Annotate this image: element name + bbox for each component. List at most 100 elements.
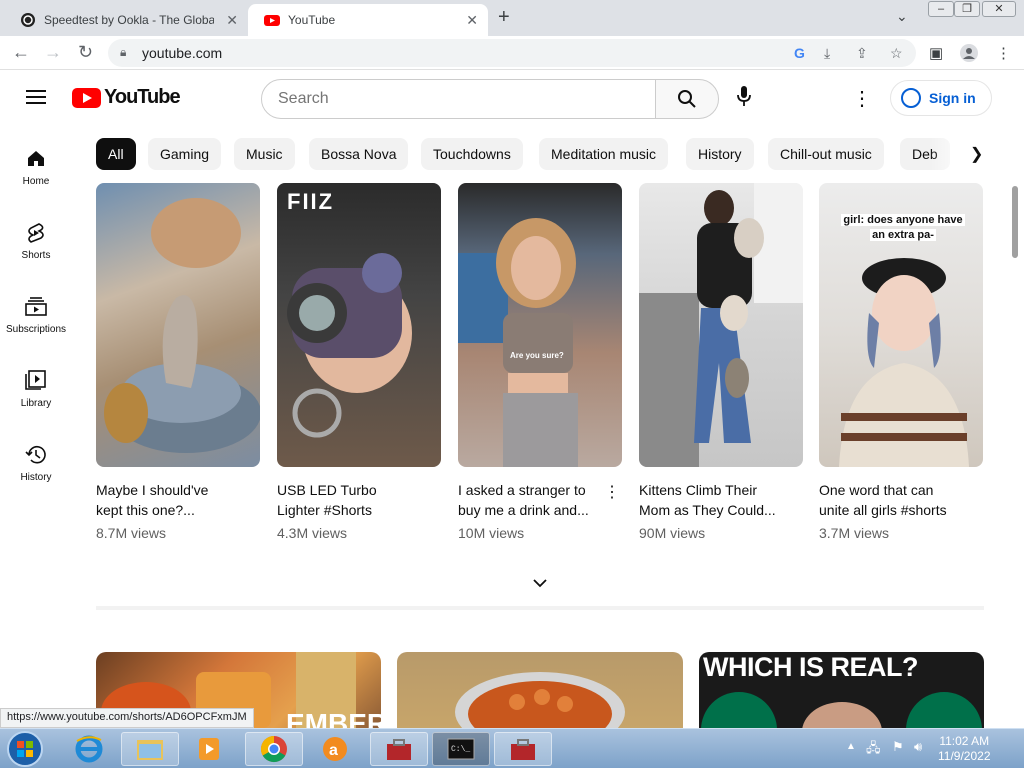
short-thumbnail-kittens[interactable] [639,183,803,467]
svg-text:C:\_: C:\_ [451,745,470,754]
google-translate-icon[interactable]: G [794,45,805,61]
chip-all[interactable]: All [96,138,136,170]
reload-icon[interactable]: ↻ [78,42,93,63]
browser-toolbar: ← → ↻ 🔒︎ youtube.com G ⤓ ⇪ ☆ ▣ ⋮ [0,36,1024,70]
svg-text:a: a [329,742,338,759]
file-explorer-icon[interactable] [121,732,179,766]
chevron-right-icon[interactable]: ❯ [970,144,983,164]
short-views-4: 90M views [639,525,706,541]
short-title-1[interactable]: Maybe I should've kept this one?... [96,480,246,520]
short-thumbnail-girls[interactable]: girl: does anyone have an extra pa- [819,183,983,467]
logo-text: YouTube [104,86,181,108]
subscriptions-icon [0,296,72,320]
short-title-line: unite all girls #shorts [819,502,947,518]
page-scrollbar[interactable] [1012,186,1018,258]
video-thumbnail-3[interactable]: WHICH IS REAL? [699,652,984,728]
sign-in-label: Sign in [929,90,976,106]
chip-gaming[interactable]: Gaming [148,138,222,170]
search-icon [678,90,696,108]
close-window-button[interactable]: ✕ [982,1,1016,17]
toolbox-app-icon[interactable] [370,732,428,766]
caption-line-1: girl: does anyone have [841,214,965,226]
chip-history[interactable]: History [686,138,754,170]
nav-library[interactable]: Library [0,370,72,409]
short-thumbnail-pottery[interactable] [96,183,260,467]
short-title-4[interactable]: Kittens Climb Their Mom as They Could... [639,480,789,520]
short-title-line: buy me a drink and... [458,502,589,518]
network-icon[interactable]: 🖧︎ [866,739,881,761]
short-title-2[interactable]: USB LED Turbo Lighter #Shorts [277,480,427,520]
chip-chill-out-music[interactable]: Chill-out music [768,138,884,170]
hamburger-menu-icon[interactable] [26,90,46,104]
show-more-chevron-icon[interactable] [532,575,548,591]
short-thumbnail-stranger[interactable]: Are you sure? [458,183,622,467]
tab-youtube[interactable]: YouTube ✕ [248,4,488,36]
back-arrow-icon[interactable]: ← [12,42,30,63]
taskbar-clock[interactable]: 11:02 AM 11/9/2022 [938,734,991,764]
volume-icon[interactable]: 🔊︎ [914,739,922,755]
account-icon [901,88,921,108]
start-button[interactable] [4,730,46,773]
command-prompt-icon[interactable]: C:\_ [432,732,490,766]
internet-explorer-icon[interactable] [60,732,118,766]
nav-shorts[interactable]: Shorts [0,222,72,261]
short-menu-kebab-icon[interactable]: ⋮ [604,482,620,502]
address-bar[interactable]: 🔒︎ youtube.com G ⤓ ⇪ ☆ [108,39,916,67]
tray-expand-icon[interactable]: ▲ [846,741,856,752]
nav-label: History [20,472,52,483]
close-tab-icon[interactable]: ✕ [466,12,478,29]
minimize-button[interactable]: – [928,1,954,17]
share-icon[interactable]: ⇪ [856,45,868,62]
chrome-menu-icon[interactable]: ⋮ [996,44,1011,62]
action-center-flag-icon[interactable]: ⚑ [892,739,904,755]
chip-meditation-music[interactable]: Meditation music [539,138,669,170]
chrome-taskbar-icon[interactable] [245,732,303,766]
short-views-2: 4.3M views [277,525,348,541]
home-icon [0,148,72,172]
microphone-icon[interactable] [730,85,758,113]
search-button[interactable] [655,79,719,119]
profile-avatar-icon[interactable] [960,44,978,66]
short-title-line: USB LED Turbo [277,482,377,498]
short-title-line: kept this one?... [96,502,195,518]
video-thumbnail-2[interactable] [397,652,683,728]
tab-title: Speedtest by Ookla - The Global [44,13,214,27]
speedtest-favicon-icon [20,12,36,28]
search-input[interactable] [262,80,642,118]
lock-icon[interactable]: 🔒︎ [120,45,126,60]
bookmark-star-icon[interactable]: ☆ [890,45,903,62]
tab-speedtest[interactable]: Speedtest by Ookla - The Global ✕ [4,4,248,36]
chip-touchdowns[interactable]: Touchdowns [421,138,523,170]
side-panel-icon[interactable]: ▣ [929,44,943,62]
media-player-icon[interactable] [180,732,238,766]
chip-music[interactable]: Music [234,138,295,170]
nav-history[interactable]: History [0,444,72,483]
close-tab-icon[interactable]: ✕ [226,12,238,29]
avast-icon[interactable]: a [306,732,364,766]
forward-arrow-icon[interactable]: → [44,42,62,63]
caption-line-2: an extra pa- [870,229,936,241]
maximize-button[interactable]: ❐ [954,1,980,17]
settings-kebab-icon[interactable]: ⋮ [852,86,872,111]
install-icon[interactable]: ⤓ [824,45,830,62]
short-views-3: 10M views [458,525,525,541]
short-title-line: Maybe I should've [96,482,209,498]
new-tab-button[interactable]: + [498,6,510,29]
short-title-5[interactable]: One word that can unite all girls #shorts [819,480,969,520]
nav-subscriptions[interactable]: Subscriptions [0,296,72,335]
clock-time: 11:02 AM [939,734,990,748]
youtube-favicon-icon [264,12,280,28]
short-title-3[interactable]: I asked a stranger to buy me a drink and.… [458,480,608,520]
clock-date: 11/9/2022 [938,749,991,763]
short-thumbnail-lighter[interactable]: FIIZ [277,183,441,467]
short-title-line: One word that can [819,482,934,498]
tab-search-chevron-icon[interactable]: ⌄ [896,8,908,25]
toolbox-app-icon-2[interactable] [494,732,552,766]
status-url-bubble: https://www.youtube.com/shorts/AD6OPCFxm… [0,708,254,728]
are-you-sure-overlay: Are you sure? [510,351,564,360]
chip-bossa-nova[interactable]: Bossa Nova [309,138,409,170]
youtube-logo[interactable]: YouTube [72,86,181,109]
nav-home[interactable]: Home [0,148,72,187]
history-icon [0,444,72,468]
sign-in-button[interactable]: Sign in [890,80,992,116]
